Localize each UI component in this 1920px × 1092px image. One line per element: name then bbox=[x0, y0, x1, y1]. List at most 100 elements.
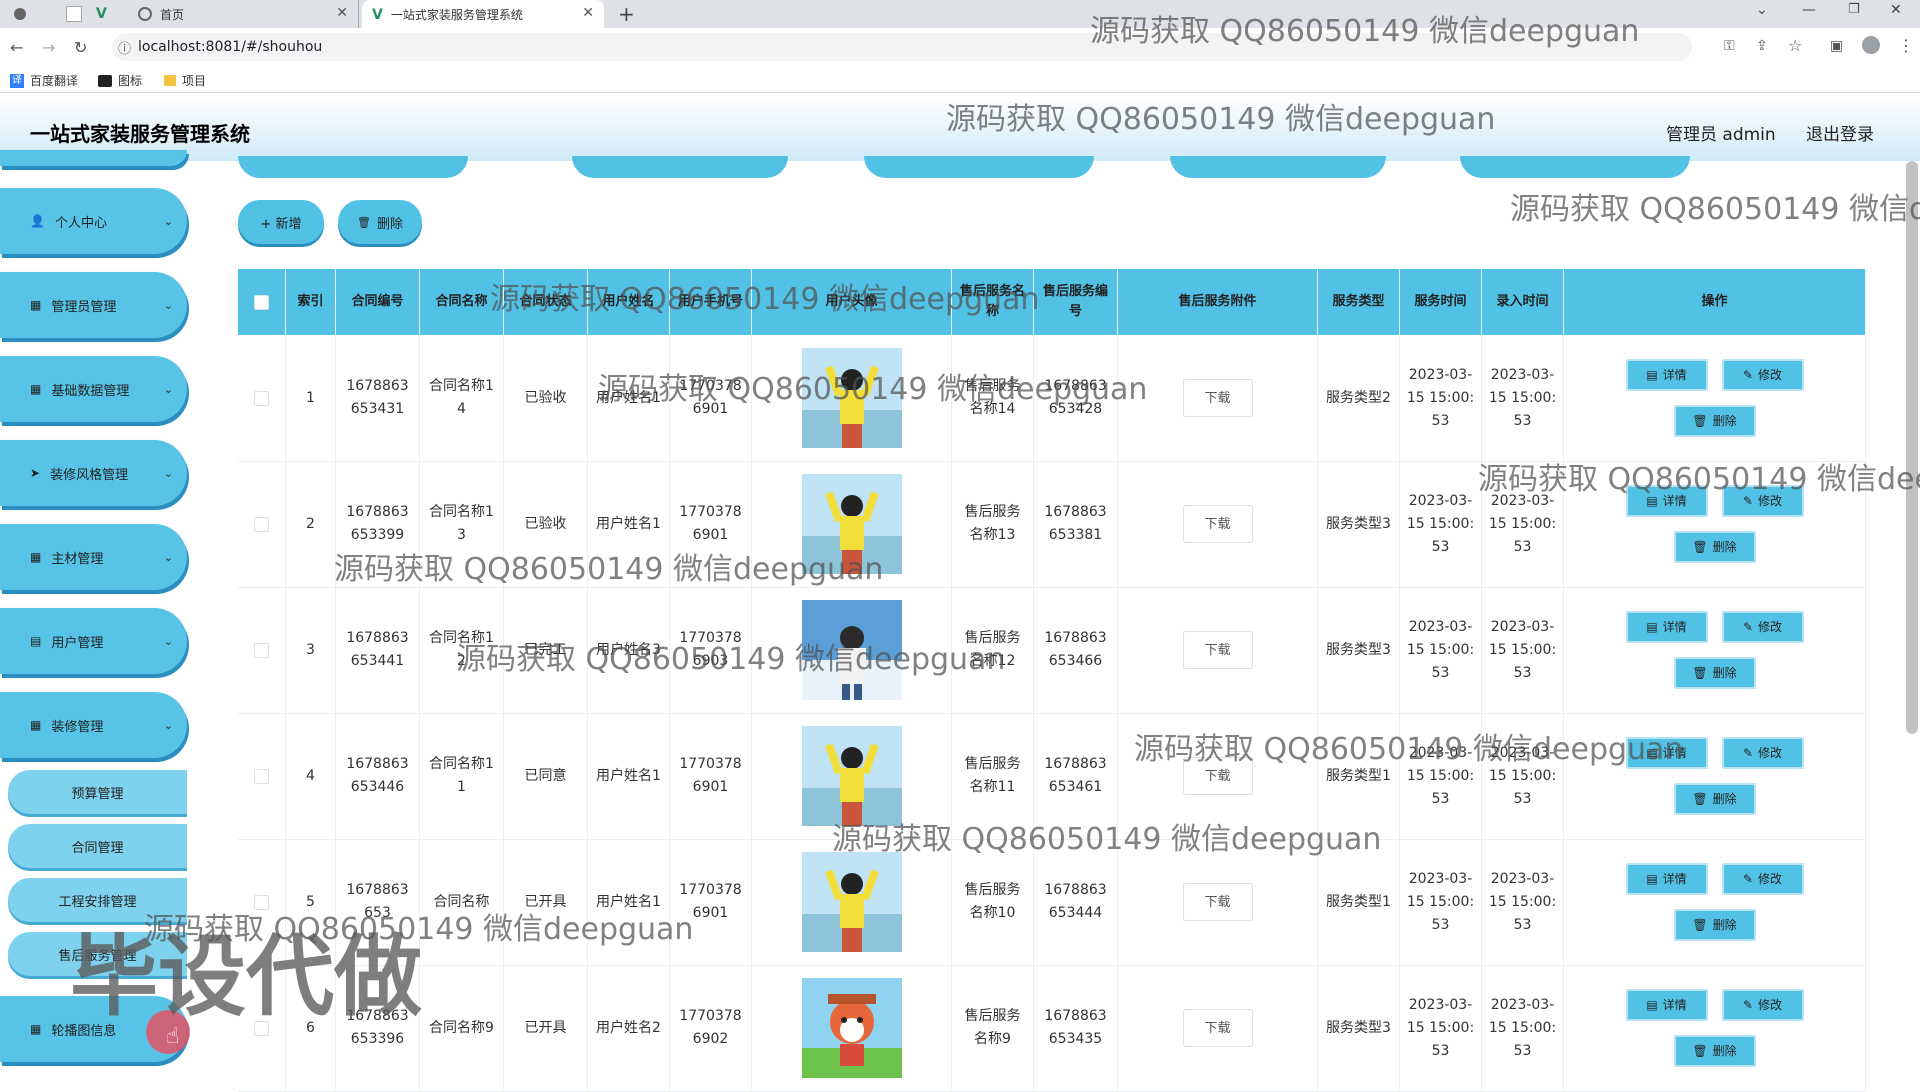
search-field-partial[interactable] bbox=[1170, 156, 1386, 178]
table-cell bbox=[238, 461, 286, 587]
browser-menu-icon[interactable] bbox=[4, 0, 48, 28]
delete-button-label: 删除 bbox=[376, 216, 403, 232]
sidebar-item-7[interactable]: ▦ 装修管理 ⌄ bbox=[0, 692, 187, 758]
sidebar-item-2[interactable]: ▦ 管理员管理 ⌄ bbox=[0, 272, 187, 338]
detail-button[interactable]: ▤ 详情 bbox=[1625, 989, 1708, 1021]
search-field-partial[interactable] bbox=[238, 156, 468, 178]
edit-button[interactable]: ✎ 修改 bbox=[1721, 611, 1804, 643]
header-label: 售后服务编号 bbox=[1042, 284, 1108, 319]
table-header-cell[interactable] bbox=[238, 269, 286, 335]
forward-icon[interactable]: → bbox=[42, 38, 55, 57]
sidebar-item-4[interactable]: ➤ 装修风格管理 ⌄ bbox=[0, 440, 187, 506]
share-icon[interactable]: ⇪ bbox=[1756, 38, 1768, 54]
service_name-value: 售后服务名称9 bbox=[964, 1008, 1021, 1047]
table-cell: 2023-03-15 15:00:53 bbox=[1400, 335, 1482, 461]
bookmark-label: 百度翻译 bbox=[30, 74, 79, 88]
download-button[interactable]: 下载 bbox=[1182, 883, 1253, 921]
edit-button[interactable]: ✎ 修改 bbox=[1721, 737, 1804, 769]
download-button[interactable]: 下载 bbox=[1182, 1009, 1253, 1047]
sidebar-item-6[interactable]: ▤ 用户管理 ⌄ bbox=[0, 608, 187, 674]
batch-delete-button[interactable]: 🗑 删除 bbox=[338, 200, 422, 244]
watermark: 源码获取 QQ86050149 微信deepguan bbox=[832, 822, 1382, 857]
sidebar-menu-partial[interactable] bbox=[0, 150, 187, 166]
table-cell: 已同意 bbox=[504, 713, 588, 839]
sidebar-item-1[interactable]: 👤 个人中心 ⌄ bbox=[0, 188, 187, 254]
table-cell: 17703786901 bbox=[670, 713, 752, 839]
table-cell: ▤ 详情 ✎ 修改 🗑 删除 bbox=[1564, 335, 1866, 461]
detail-button[interactable]: ▤ 详情 bbox=[1625, 359, 1708, 391]
row-checkbox[interactable] bbox=[254, 390, 269, 406]
close-icon[interactable]: ✕ bbox=[582, 5, 594, 21]
sidebar-subitem-2[interactable]: 合同管理 bbox=[8, 824, 187, 868]
scrollbar[interactable] bbox=[1906, 161, 1918, 734]
close-window-button[interactable]: ✕ bbox=[1890, 2, 1902, 18]
tab-home[interactable]: 首页 ✕ bbox=[128, 0, 359, 28]
add-button[interactable]: + 新增 bbox=[238, 200, 324, 244]
delete-button[interactable]: 🗑 删除 bbox=[1673, 657, 1756, 689]
key-icon[interactable]: ⚿ bbox=[1724, 38, 1735, 54]
bookmark-item[interactable]: 译 百度翻译 bbox=[10, 72, 78, 89]
sidepanel-icon[interactable]: ▣ bbox=[1830, 38, 1843, 54]
tab-search-icon[interactable]: ⌄ bbox=[1756, 2, 1768, 18]
star-icon[interactable]: ☆ bbox=[1788, 36, 1802, 55]
detail-label: 详情 bbox=[1662, 997, 1687, 1012]
delete-button[interactable]: 🗑 删除 bbox=[1673, 783, 1756, 815]
grid-icon: ▦ bbox=[30, 1022, 42, 1036]
delete-button[interactable]: 🗑 删除 bbox=[1673, 531, 1756, 563]
bookmark-item[interactable]: 项目 bbox=[164, 72, 206, 89]
row-checkbox[interactable] bbox=[254, 768, 269, 784]
tab-active[interactable]: V 一站式家装服务管理系统 ✕ bbox=[362, 0, 604, 28]
close-icon[interactable]: ✕ bbox=[336, 5, 348, 21]
table-cell bbox=[238, 335, 286, 461]
profile-avatar[interactable] bbox=[1862, 36, 1880, 54]
sidebar-item-3[interactable]: ▦ 基础数据管理 ⌄ bbox=[0, 356, 187, 422]
detail-button[interactable]: ▤ 详情 bbox=[1625, 611, 1708, 643]
delete-button[interactable]: 🗑 删除 bbox=[1673, 405, 1756, 437]
new-tab-button[interactable]: + bbox=[618, 2, 635, 26]
status-value: 已验收 bbox=[524, 515, 567, 532]
select-all-checkbox[interactable] bbox=[254, 294, 269, 310]
edit-button[interactable]: ✎ 修改 bbox=[1721, 359, 1804, 391]
table-cell: ▤ 详情 ✎ 修改 🗑 删除 bbox=[1564, 587, 1866, 713]
avatar-image bbox=[801, 726, 902, 826]
watermark: 源码获取 QQ86050149 微信deepguan bbox=[490, 282, 1040, 317]
sidebar-item-label: 用户管理 bbox=[51, 635, 104, 651]
reload-icon[interactable]: ↻ bbox=[74, 38, 87, 57]
table-cell: 已开具 bbox=[504, 965, 588, 1091]
search-field-partial[interactable] bbox=[1460, 156, 1690, 178]
service_type-value: 服务类型2 bbox=[1326, 389, 1391, 406]
table-cell: 2023-03-15 15:00:53 bbox=[1482, 587, 1564, 713]
back-icon[interactable]: ← bbox=[10, 38, 23, 57]
pinned-tab[interactable] bbox=[56, 0, 96, 28]
service_name-value: 售后服务名称10 bbox=[964, 882, 1021, 921]
delete-button[interactable]: 🗑 删除 bbox=[1673, 1035, 1756, 1067]
sidebar-subitem-label: 合同管理 bbox=[71, 840, 124, 856]
minimize-button[interactable]: — bbox=[1802, 2, 1816, 18]
search-field-partial[interactable] bbox=[572, 156, 788, 178]
download-button[interactable]: 下载 bbox=[1182, 379, 1253, 417]
table-header-cell: 索引 bbox=[286, 269, 336, 335]
bookmark-item[interactable]: 图标 bbox=[98, 72, 142, 89]
row-checkbox[interactable] bbox=[254, 642, 269, 658]
trash-icon: 🗑 bbox=[1692, 791, 1708, 806]
sidebar-item-5[interactable]: ▦ 主材管理 ⌄ bbox=[0, 524, 187, 590]
detail-button[interactable]: ▤ 详情 bbox=[1625, 863, 1708, 895]
more-icon[interactable]: ⋮ bbox=[1898, 36, 1914, 55]
pinned-tab-vue[interactable]: V bbox=[96, 0, 126, 28]
search-field-partial[interactable] bbox=[864, 156, 1094, 178]
restore-button[interactable]: ❐ bbox=[1848, 2, 1860, 17]
sidebar-subitem-1[interactable]: 预算管理 bbox=[8, 770, 187, 814]
download-button[interactable]: 下载 bbox=[1182, 631, 1253, 669]
detail-icon: ▤ bbox=[1646, 367, 1658, 382]
logout-link[interactable]: 退出登录 bbox=[1806, 120, 1874, 145]
watermark: 源码获取 QQ86050149 微信deepguan bbox=[1090, 14, 1640, 49]
info-icon[interactable]: ⓘ bbox=[118, 38, 131, 57]
edit-button[interactable]: ✎ 修改 bbox=[1721, 989, 1804, 1021]
delete-button[interactable]: 🗑 删除 bbox=[1673, 909, 1756, 941]
delete-label: 删除 bbox=[1712, 539, 1737, 554]
edit-button[interactable]: ✎ 修改 bbox=[1721, 863, 1804, 895]
row-checkbox[interactable] bbox=[254, 516, 269, 532]
download-button[interactable]: 下载 bbox=[1182, 505, 1253, 543]
table-header-cell: 录入时间 bbox=[1482, 269, 1564, 335]
service_name-value: 售后服务名称13 bbox=[964, 504, 1021, 543]
